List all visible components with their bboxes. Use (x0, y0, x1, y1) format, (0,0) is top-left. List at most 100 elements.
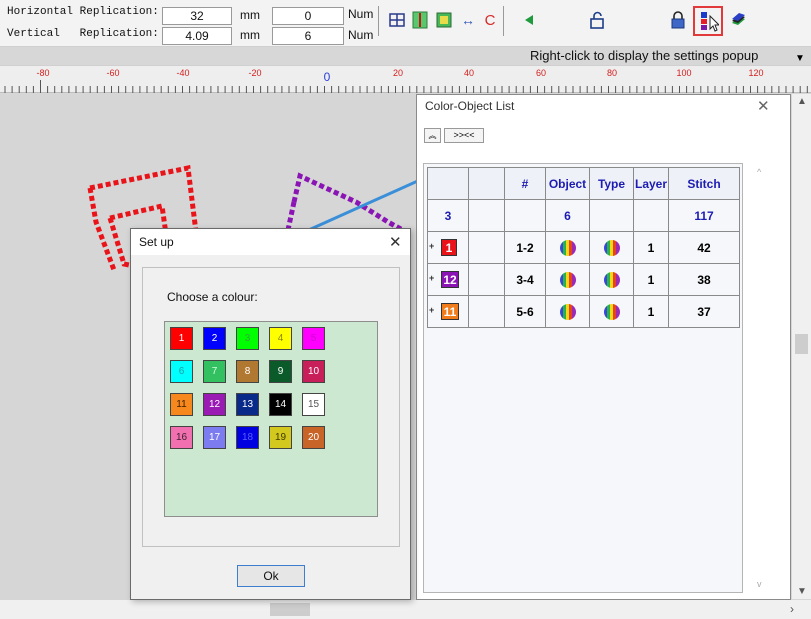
colour-swatch-1[interactable]: 1 (170, 327, 193, 350)
colour-swatch-20[interactable]: 20 (302, 426, 325, 449)
summary-object-count: 6 (545, 199, 590, 232)
red-stitch-object (87, 187, 117, 271)
toolbar-separator (503, 6, 504, 36)
left-arrow-icon[interactable] (519, 10, 539, 30)
colour-swatch-12[interactable]: 12 (203, 393, 226, 416)
colour-swatch-14[interactable]: 14 (269, 393, 292, 416)
horizontal-unit-label: mm (240, 8, 260, 22)
colour-swatch-11[interactable]: 11 (170, 393, 193, 416)
rainbow-type-icon (603, 303, 620, 320)
colour-swatch-19[interactable]: 19 (269, 426, 292, 449)
color-object-table-area: # Object Type Layer Stitch 3 6 117 +1 1-… (423, 163, 743, 593)
horizontal-scrollbar[interactable]: › (0, 600, 811, 619)
colour-swatch-9[interactable]: 9 (269, 360, 292, 383)
scroll-up-icon[interactable]: ▲ (797, 96, 807, 107)
header-color (427, 167, 469, 200)
settings-popup-hint: Right-click to display the settings popu… (530, 48, 759, 63)
horizontal-distance-input[interactable]: 32 (162, 7, 232, 25)
horizontal-count-input[interactable]: 0 (272, 7, 344, 25)
choose-colour-label: Choose a colour: (167, 290, 258, 304)
replication-toolbar: Horizontal Replication: Vertical Replica… (0, 0, 811, 47)
clear-button[interactable]: C (480, 10, 500, 30)
summary-stitch-count: 117 (668, 199, 740, 232)
layer-value: 1 (633, 263, 669, 296)
ruler-label: 120 (748, 68, 764, 78)
rainbow-type-icon (603, 271, 620, 288)
vertical-scrollbar[interactable]: ▲ ▼ (792, 94, 811, 599)
horizontal-scroll-thumb[interactable] (270, 603, 310, 616)
scroll-right-icon[interactable]: › (790, 602, 794, 616)
vertical-align-icon[interactable] (410, 10, 430, 30)
expand-row-icon[interactable]: + (429, 305, 434, 315)
colour-swatch-6[interactable]: 6 (170, 360, 193, 383)
expand-row-icon[interactable]: + (429, 241, 434, 251)
colour-swatch-5[interactable]: 5 (302, 327, 325, 350)
panel-title: Color-Object List (425, 99, 515, 113)
vertical-scroll-thumb[interactable] (795, 334, 808, 354)
vertical-distance-input[interactable]: 4.09 (162, 27, 232, 45)
colour-swatch-16[interactable]: 16 (170, 426, 193, 449)
colour-swatch-10[interactable]: 10 (302, 360, 325, 383)
object-range: 3-4 (504, 263, 546, 296)
ruler-origin-label: 0 (323, 70, 331, 84)
horizontal-arrow-icon[interactable]: ↔ (458, 10, 478, 30)
purple-stitch-object (285, 201, 297, 231)
expand-row-icon[interactable]: + (429, 273, 434, 283)
color-swatch[interactable]: 11 (441, 303, 459, 320)
table-row[interactable]: +1 1-2 1 42 (427, 231, 740, 264)
table-row[interactable]: +11 5-6 1 37 (427, 295, 740, 328)
collapse-icon[interactable]: ︽ (424, 128, 441, 143)
rainbow-object-icon (559, 303, 576, 320)
horizontal-ruler: -80 -60 -40 -20 0 20 40 60 80 100 120 (0, 65, 811, 93)
colour-swatch-13[interactable]: 13 (236, 393, 259, 416)
colour-swatch-7[interactable]: 7 (203, 360, 226, 383)
colour-swatch-3[interactable]: 3 (236, 327, 259, 350)
vertical-count-input[interactable]: 6 (272, 27, 344, 45)
close-icon[interactable]: ✕ (757, 97, 770, 115)
horizontal-replication-label: Horizontal Replication: (7, 6, 159, 18)
rainbow-object-icon (559, 271, 576, 288)
chevron-down-icon[interactable]: ▼ (795, 53, 805, 64)
ruler-label: -80 (36, 68, 50, 78)
colour-swatch-4[interactable]: 4 (269, 327, 292, 350)
horizontal-grid-icon[interactable] (387, 10, 407, 30)
rainbow-object-icon (559, 239, 576, 256)
stitch-value: 42 (668, 231, 740, 264)
layers-icon[interactable] (728, 10, 748, 30)
stitch-value: 37 (668, 295, 740, 328)
table-row[interactable]: +12 3-4 1 38 (427, 263, 740, 296)
header-expander (468, 167, 505, 200)
ok-button[interactable]: Ok (237, 565, 305, 587)
scroll-down-icon[interactable]: ▼ (797, 586, 807, 597)
unlock-icon[interactable] (587, 10, 607, 30)
colour-swatch-8[interactable]: 8 (236, 360, 259, 383)
stitch-value: 38 (668, 263, 740, 296)
object-range: 5-6 (504, 295, 546, 328)
lock-icon[interactable] (668, 10, 688, 30)
image-grid-icon[interactable] (434, 10, 454, 30)
colour-swatch-2[interactable]: 2 (203, 327, 226, 350)
expand-collapse-button[interactable]: >><< (444, 128, 484, 143)
close-icon[interactable]: ✕ (389, 233, 402, 251)
list-scroll-down-icon[interactable]: v (757, 579, 762, 589)
header-object: Object (545, 167, 590, 200)
header-number: # (504, 167, 546, 200)
object-range: 1-2 (504, 231, 546, 264)
table-summary-row: 3 6 117 (427, 199, 740, 232)
colour-swatch-15[interactable]: 15 (302, 393, 325, 416)
vertical-unit-label: mm (240, 28, 260, 42)
ruler-label: -20 (248, 68, 262, 78)
table-header-row: # Object Type Layer Stitch (427, 167, 740, 200)
color-swatch[interactable]: 1 (441, 239, 457, 256)
list-scroll-up-icon[interactable]: ^ (757, 167, 761, 177)
color-settings-icon[interactable] (693, 6, 723, 36)
colour-swatch-17[interactable]: 17 (203, 426, 226, 449)
colour-swatch-18[interactable]: 18 (236, 426, 259, 449)
ruler-label: -60 (106, 68, 120, 78)
header-stitch: Stitch (668, 167, 740, 200)
ruler-label: -40 (176, 68, 190, 78)
horizontal-num-label: Num (348, 7, 374, 21)
ruler-label: 100 (676, 68, 692, 78)
vertical-num-label: Num (348, 28, 374, 42)
color-swatch[interactable]: 12 (441, 271, 459, 288)
